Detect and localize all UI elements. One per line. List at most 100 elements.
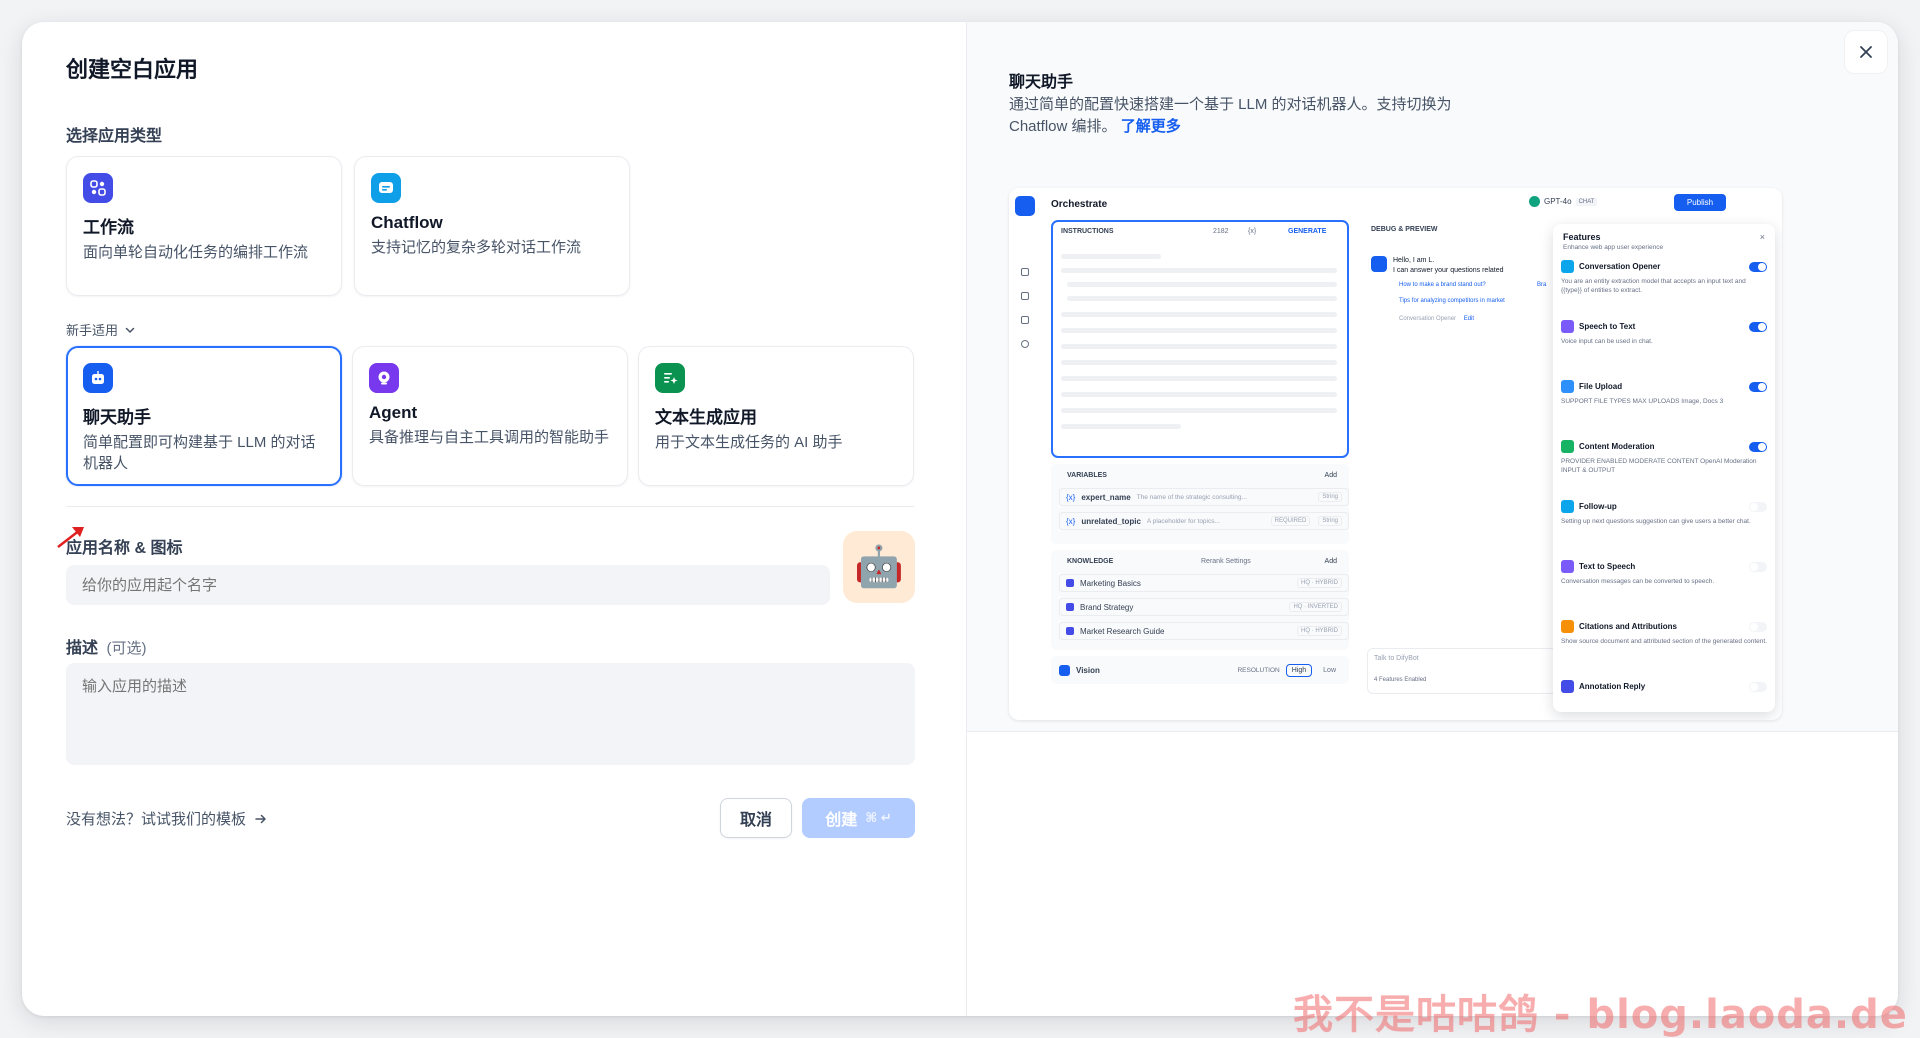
feature-desc: Voice input can be used in chat. [1561, 338, 1653, 345]
mock-var-icon: {x} [1248, 228, 1257, 235]
card-title: 聊天助手 [83, 408, 151, 427]
template-link[interactable]: 没有想法？试试我们的模板 [66, 808, 268, 829]
mock-suggestion: How to make a brand stand out? [1399, 282, 1486, 288]
preview-title: 聊天助手 [1009, 74, 1074, 91]
workflow-icon [83, 173, 113, 203]
mock-variables-label: VARIABLES [1067, 472, 1107, 479]
annotation-arrow-icon [57, 527, 84, 548]
feature-desc: Setting up next questions suggestion can… [1561, 518, 1751, 525]
mock-var-row: {x} expert_name The name of the strategi… [1059, 488, 1349, 506]
mock-model: GPT-4o [1544, 197, 1572, 206]
beginner-toggle[interactable]: 新手适用 [66, 320, 136, 339]
mock-chat-input: Talk to DifyBot 4 Features Enabled [1367, 648, 1557, 694]
mock-kb-row: Marketing Basics HQ · HYBRID [1059, 574, 1349, 592]
mock-kb-row: Brand Strategy HQ · INVERTED [1059, 598, 1349, 616]
feature-icon [1561, 620, 1574, 633]
description-textarea[interactable] [66, 663, 915, 765]
mock-suggestion: Tips for analyzing competitors in market [1399, 298, 1505, 304]
card-agent[interactable]: Agent 具备推理与自主工具调用的智能助手 [352, 346, 628, 486]
feature-icon [1561, 440, 1574, 453]
cancel-button[interactable]: 取消 [720, 798, 792, 838]
watermark: 我不是咕咕鸽 - blog.laoda.de [1293, 992, 1908, 1038]
preview-screenshot: Orchestrate GPT-4o CHAT Publish INSTRUCT… [1009, 188, 1782, 720]
mock-rerank: Rerank Settings [1201, 558, 1251, 565]
card-workflow[interactable]: 工作流 面向单轮自动化任务的编排工作流 [66, 156, 342, 296]
template-link-text: 没有想法？试试我们的模板 [66, 811, 247, 828]
mock-features-panel: Features Enhance web app user experience… [1553, 224, 1775, 712]
card-title: 文本生成应用 [655, 408, 757, 427]
divider [66, 506, 914, 507]
feature-name: Conversation Opener [1579, 262, 1661, 271]
mock-add: Add [1324, 558, 1337, 565]
robot-avatar-icon: 🤖 [854, 545, 904, 589]
mock-instructions: INSTRUCTIONS 2182 {x} GENERATE [1051, 220, 1349, 458]
feature-icon [1561, 560, 1574, 573]
agent-icon [369, 363, 399, 393]
chatflow-icon [371, 173, 401, 203]
feature-toggle [1749, 681, 1767, 692]
preview-desc: 通过简单的配置快速搭建一个基于 LLM 的对话机器人。支持切换为 Chatflo… [1009, 94, 1489, 138]
optional-hint: (可选) [106, 640, 147, 657]
feature-item: Content Moderation PROVIDER ENABLED MODER… [1561, 440, 1767, 475]
card-title: Chatflow [371, 213, 443, 232]
feature-item: Follow-up Setting up next questions sugge… [1561, 500, 1767, 526]
create-app-dialog: 创建空白应用 选择应用类型 工作流 面向单轮自动化任务的编排工作流 Chatfl… [22, 22, 1898, 1016]
feature-item: Annotation Reply [1561, 680, 1767, 697]
mock-rail-icon [1021, 292, 1029, 300]
mock-kb-row: Market Research Guide HQ · HYBRID [1059, 622, 1349, 640]
feature-item: Text to Speech Conversation messages can … [1561, 560, 1767, 586]
preview-desc-line1: 通过简单的配置快速搭建一个基于 LLM 的对话机器人。支持切换为 [1009, 96, 1452, 113]
mock-publish: Publish [1674, 194, 1726, 211]
command-key-icon: ⌘ ↵ [865, 810, 892, 825]
feature-toggle [1749, 261, 1767, 272]
feature-desc: SUPPORT FILE TYPES MAX UPLOADS Image, Do… [1561, 398, 1724, 405]
feature-icon [1561, 320, 1574, 333]
feature-name: Speech to Text [1579, 322, 1636, 331]
mock-knowledge: KNOWLEDGE Rerank Settings Add Marketing … [1051, 550, 1349, 650]
mock-chat-tag: CHAT [1575, 197, 1598, 206]
description-label-text: 描述 [66, 640, 99, 657]
app-icon-picker[interactable]: 🤖 [843, 531, 915, 603]
mock-rail-icon [1021, 340, 1029, 348]
mock-count: 2182 [1213, 228, 1229, 235]
mock-instructions-label: INSTRUCTIONS [1061, 228, 1114, 235]
mock-knowledge-label: KNOWLEDGE [1067, 558, 1114, 565]
chevron-down-icon [125, 327, 135, 333]
mock-generate: GENERATE [1288, 228, 1327, 235]
create-button[interactable]: 创建 ⌘ ↵ [802, 798, 915, 838]
feature-item: Citations and Attributions Show source do… [1561, 620, 1767, 646]
mock-model-selector: GPT-4o CHAT [1529, 196, 1598, 207]
close-button[interactable] [1844, 30, 1888, 74]
feature-toggle [1749, 621, 1767, 632]
feature-name: Follow-up [1579, 502, 1617, 511]
card-chatbot[interactable]: 聊天助手 简单配置即可构建基于 LLM 的对话机器人 [66, 346, 342, 486]
text-generator-icon [655, 363, 685, 393]
app-name-input[interactable] [66, 565, 830, 605]
close-icon [1860, 46, 1872, 58]
card-text-generator[interactable]: 文本生成应用 用于文本生成任务的 AI 助手 [638, 346, 914, 486]
arrow-right-icon [255, 814, 266, 823]
mock-add: Add [1324, 472, 1337, 479]
feature-item: File Upload SUPPORT FILE TYPES MAX UPLOAD… [1561, 380, 1767, 406]
left-panel: 创建空白应用 选择应用类型 工作流 面向单轮自动化任务的编排工作流 Chatfl… [22, 22, 966, 1016]
mock-app-icon [1015, 196, 1035, 216]
create-button-label: 创建 [825, 812, 858, 829]
close-icon: × [1759, 232, 1765, 242]
mock-vision: Vision RESOLUTION High Low [1051, 656, 1349, 684]
feature-name: Citations and Attributions [1579, 622, 1677, 631]
card-chatflow[interactable]: Chatflow 支持记忆的复杂多轮对话工作流 [354, 156, 630, 296]
feature-name: Content Moderation [1579, 442, 1655, 451]
feature-icon [1561, 500, 1574, 513]
model-logo-icon [1529, 196, 1540, 207]
preview-panel: 聊天助手 通过简单的配置快速搭建一个基于 LLM 的对话机器人。支持切换为 Ch… [966, 22, 1898, 1016]
beginner-label: 新手适用 [66, 323, 119, 338]
learn-more-link[interactable]: 了解更多 [1121, 118, 1181, 135]
features-subtitle: Enhance web app user experience [1563, 244, 1664, 251]
feature-toggle [1749, 441, 1767, 452]
feature-toggle [1749, 501, 1767, 512]
feature-name: Annotation Reply [1579, 682, 1646, 691]
mock-bot-message: Hello, I am L. I can answer your questio… [1393, 257, 1504, 274]
mock-orchestrate: Orchestrate [1051, 199, 1108, 210]
feature-desc: You are an entity extraction model that … [1561, 278, 1746, 294]
vision-icon [1059, 664, 1070, 676]
